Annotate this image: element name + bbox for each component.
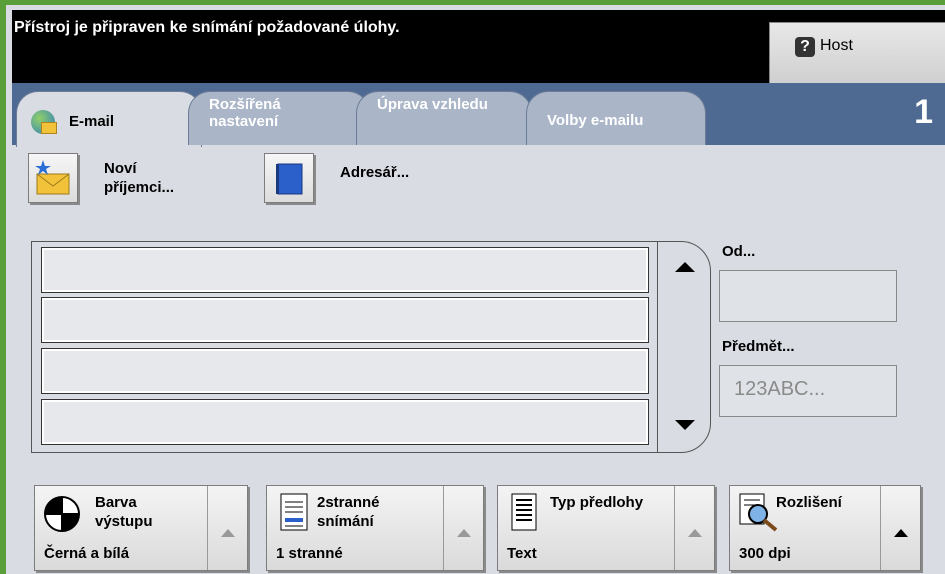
two-sided-icon [280,493,308,531]
output-color-label: Barva výstupu [95,493,153,531]
output-color-button[interactable]: Barva výstupu Černá a bílá [34,485,248,571]
tab-advanced-line2: nastavení [209,113,279,130]
resolution-value: 300 dpi [739,545,791,562]
resolution-arrow-icon[interactable] [880,486,920,570]
recipient-row-4[interactable] [41,399,649,445]
subject-field[interactable]: 123ABC... [719,365,897,417]
original-type-icon [511,493,537,531]
address-book-button[interactable] [264,153,314,203]
color-wheel-icon [44,496,80,532]
output-color-value: Černá a bílá [44,545,130,562]
recipient-row-1[interactable] [41,247,649,293]
recipient-row-3[interactable] [41,348,649,394]
help-icon: ? [795,37,815,57]
tab-advanced-settings[interactable]: Rozšířená nastavení [188,91,370,145]
tab-options-label: Volby e-mailu [547,112,644,129]
scroll-down-icon[interactable] [675,420,695,430]
original-type-label: Typ předlohy [550,493,643,512]
copy-count: 1 [914,93,933,131]
recipient-list [31,241,711,453]
subject-label: Předmět... [722,338,795,355]
tab-email-options[interactable]: Volby e-mailu [526,91,706,145]
from-label: Od... [722,243,756,260]
two-sided-line2: snímání [317,513,374,530]
original-type-button[interactable]: Typ předlohy Text [497,485,715,571]
recipient-row-2[interactable] [41,297,649,343]
tab-advanced-line1: Rozšířená [209,96,281,113]
two-sided-arrow-icon[interactable] [443,486,483,570]
recipient-list-scrollbar[interactable] [657,242,711,452]
device-screen: Přístroj je připraven ke snímání požadov… [0,0,945,574]
address-book-icon [276,163,303,195]
status-bar: Přístroj je připraven ke snímání požadov… [12,10,945,84]
help-label: Host [820,37,853,54]
tab-bar: E-mail Rozšířená nastavení Úprava vzhled… [12,83,945,147]
scroll-up-icon[interactable] [675,262,695,272]
new-recipients-label: Noví příjemci... [104,159,174,197]
status-message: Přístroj je připraven ke snímání požadov… [14,19,400,36]
original-type-line1: Typ předlohy [550,494,644,511]
from-field[interactable] [719,270,897,322]
two-sided-line1: 2stranné [317,494,380,511]
original-type-value: Text [507,545,537,562]
tab-layout-label: Úprava vzhledu [377,96,488,113]
tab-email[interactable]: E-mail [16,91,202,147]
output-color-arrow-icon[interactable] [207,486,247,570]
output-color-line2: výstupu [95,513,153,530]
output-color-line1: Barva [95,494,137,511]
two-sided-scanning-button[interactable]: 2stranné snímání 1 stranné [266,485,484,571]
resolution-button[interactable]: Rozlišení 300 dpi [729,485,921,571]
original-type-arrow-icon[interactable] [674,486,714,570]
tab-email-label: E-mail [69,113,115,130]
two-sided-label: 2stranné snímání [317,493,380,531]
tab-layout-adjustment[interactable]: Úprava vzhledu [356,91,532,145]
resolution-label: Rozlišení [776,493,842,512]
resolution-line1: Rozlišení [776,494,842,511]
help-button[interactable]: ? Host [769,22,945,84]
new-recipients-line2: příjemci... [104,179,175,196]
new-recipient-icon [35,160,70,195]
two-sided-value: 1 stranné [276,545,343,562]
resolution-icon [739,493,778,532]
new-recipients-line1: Noví [104,160,137,177]
address-book-label: Adresář... [340,164,410,181]
new-recipients-button[interactable] [28,153,78,203]
envelope-icon [41,122,57,134]
